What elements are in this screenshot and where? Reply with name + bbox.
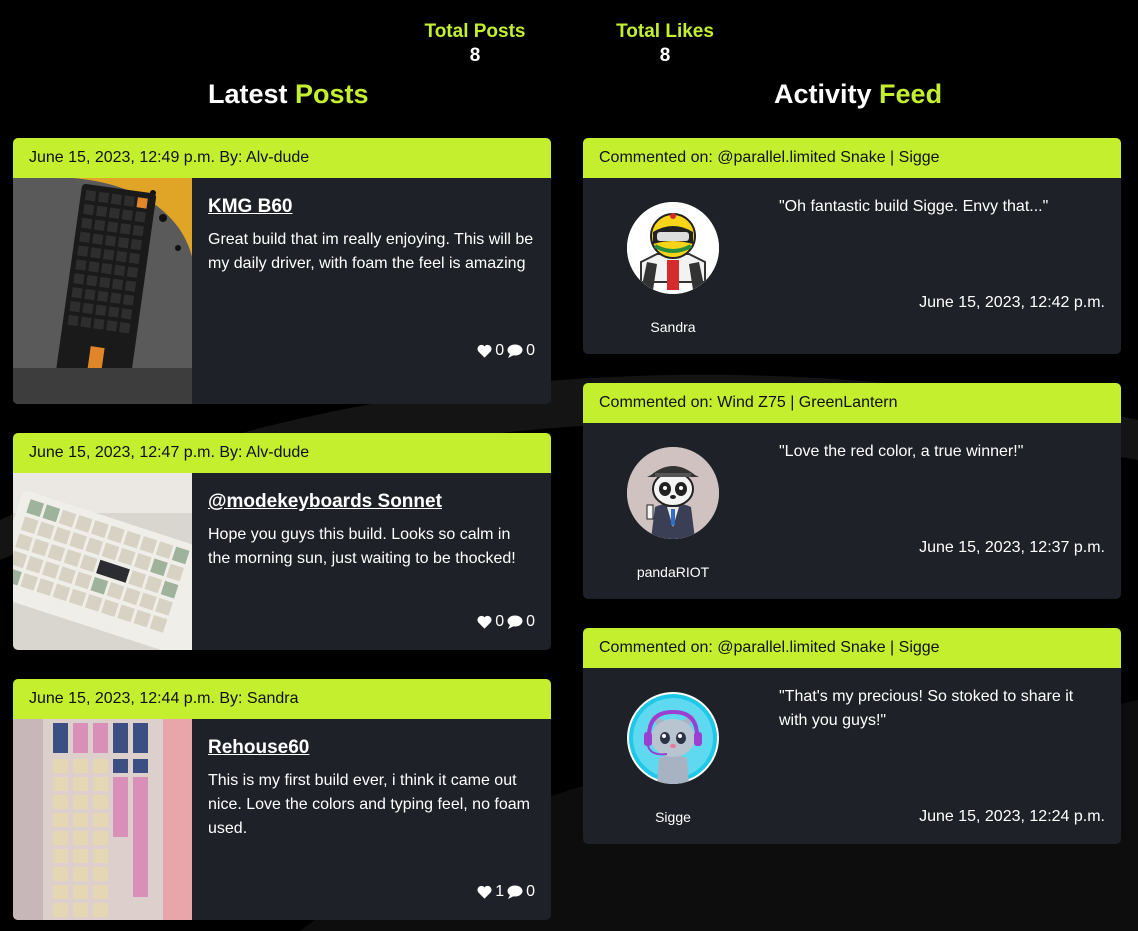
post-text: Great build that im really enjoying. Thi…: [208, 231, 534, 272]
post-card: June 15, 2023, 12:44 p.m. By: Sandra Reh…: [13, 679, 551, 920]
post-text: Hope you guys this build. Looks so calm …: [208, 526, 516, 567]
comment-icon[interactable]: [507, 885, 523, 899]
activity-feed-heading: Activity Feed: [774, 78, 942, 110]
post-title-link[interactable]: @modekeyboards Sonnet: [208, 490, 442, 514]
total-likes-label: Total Likes: [616, 21, 714, 42]
comment-text: "Oh fantastic build Sigge. Envy that...": [779, 198, 1049, 215]
total-likes-stat: Total Likes 8: [585, 20, 745, 68]
post-title-link[interactable]: KMG B60: [208, 195, 292, 219]
total-likes-value: 8: [659, 45, 671, 66]
post-image[interactable]: [13, 178, 192, 404]
feed-card: Commented on: Wind Z75 | GreenLantern pa…: [583, 383, 1121, 599]
latest-posts-heading-accent: Posts: [295, 79, 369, 109]
post-header: June 15, 2023, 12:47 p.m. By: Alv-dude: [13, 433, 551, 473]
comment-count: 0: [526, 613, 535, 630]
like-count: 0: [495, 342, 505, 359]
post-header: June 15, 2023, 12:49 p.m. By: Alv-dude: [13, 138, 551, 178]
heart-icon[interactable]: [477, 885, 492, 899]
feed-card: Commented on: @parallel.limited Snake | …: [583, 628, 1121, 844]
feed-header[interactable]: Commented on: @parallel.limited Snake | …: [583, 138, 1121, 178]
post-header: June 15, 2023, 12:44 p.m. By: Sandra: [13, 679, 551, 719]
total-posts-value: 8: [469, 45, 481, 66]
total-posts-stat: Total Posts 8: [395, 20, 555, 68]
activity-feed-heading-accent: Feed: [879, 79, 943, 109]
post-stats: 0 0: [477, 342, 535, 360]
comment-count: 0: [526, 883, 535, 900]
activity-feed-heading-part1: Activity: [774, 79, 880, 109]
post-card: June 15, 2023, 12:47 p.m. By: Alv-dude @…: [13, 433, 551, 650]
post-image[interactable]: [13, 473, 192, 650]
like-count: 1: [495, 883, 505, 900]
post-stats: 0 0: [477, 613, 535, 631]
feed-username[interactable]: Sandra: [583, 319, 763, 335]
feed-header[interactable]: Commented on: @parallel.limited Snake | …: [583, 628, 1121, 668]
feed-username[interactable]: pandaRIOT: [583, 564, 763, 580]
avatar[interactable]: [627, 202, 719, 294]
post-text: This is my first build ever, i think it …: [208, 772, 530, 837]
feed-header[interactable]: Commented on: Wind Z75 | GreenLantern: [583, 383, 1121, 423]
latest-posts-heading-part1: Latest: [208, 79, 296, 109]
avatar[interactable]: [627, 447, 719, 539]
total-posts-label: Total Posts: [424, 21, 526, 42]
comment-icon[interactable]: [507, 344, 523, 358]
comment-timestamp: June 15, 2023, 12:37 p.m.: [919, 539, 1105, 556]
heart-icon[interactable]: [477, 615, 492, 629]
post-card: June 15, 2023, 12:49 p.m. By: Alv-dude K…: [13, 138, 551, 404]
post-image[interactable]: [13, 719, 192, 920]
stats-bar: Total Posts 8 Total Likes 8: [0, 20, 1138, 70]
feed-username[interactable]: Sigge: [583, 809, 763, 825]
comment-count: 0: [526, 342, 535, 359]
feed-card: Commented on: @parallel.limited Snake | …: [583, 138, 1121, 354]
latest-posts-heading: Latest Posts: [208, 78, 369, 110]
post-stats: 1 0: [477, 883, 535, 901]
heart-icon[interactable]: [477, 344, 492, 358]
post-title-link[interactable]: Rehouse60: [208, 736, 309, 760]
comment-text: "That's my precious! So stoked to share …: [779, 688, 1074, 729]
comment-icon[interactable]: [507, 615, 523, 629]
like-count: 0: [495, 613, 505, 630]
comment-text: "Love the red color, a true winner!": [779, 443, 1024, 460]
comment-timestamp: June 15, 2023, 12:42 p.m.: [919, 294, 1105, 311]
comment-timestamp: June 15, 2023, 12:24 p.m.: [919, 808, 1105, 825]
avatar[interactable]: [627, 692, 719, 784]
